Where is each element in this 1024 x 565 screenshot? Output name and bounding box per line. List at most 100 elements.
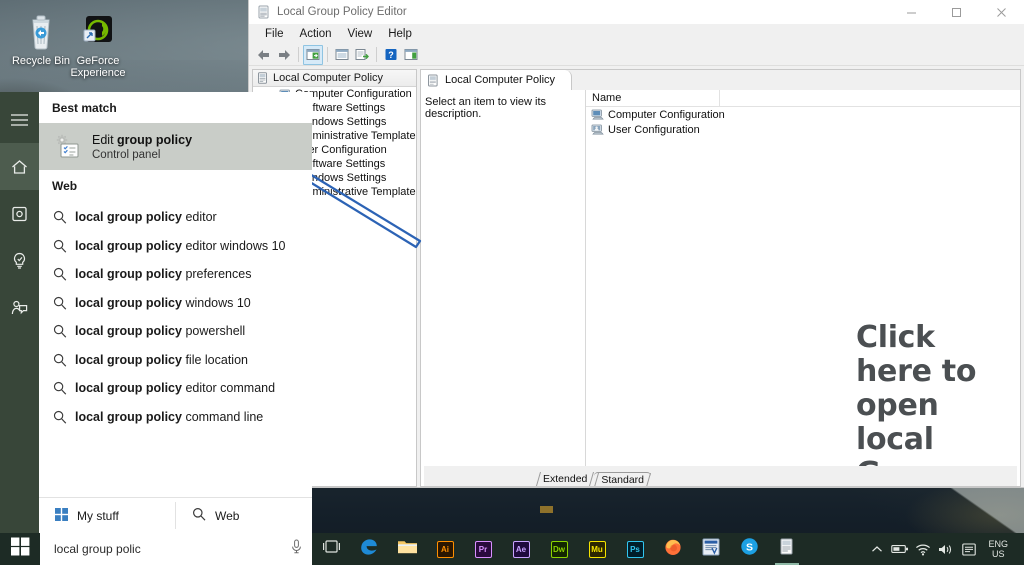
- taskbar-app-file-explorer[interactable]: [388, 533, 426, 565]
- window-titlebar[interactable]: Local Group Policy Editor: [249, 0, 1024, 24]
- home-icon[interactable]: [0, 143, 39, 190]
- taskbar-app-adobe-illustrator[interactable]: Ai: [426, 533, 464, 565]
- description-column: Select an item to view its description.: [421, 90, 586, 486]
- web-suggestion-rest: editor windows 10: [181, 238, 286, 253]
- web-suggestion-rest: powershell: [181, 324, 246, 339]
- taskbar-app-task-view[interactable]: [312, 533, 350, 565]
- best-match-result[interactable]: Edit group policy Control panel: [39, 123, 312, 170]
- window-body: Local Computer Policy ⌄Computer Configur…: [249, 66, 1024, 487]
- web-suggestion-item[interactable]: local group policy powershell: [39, 317, 312, 346]
- web-suggestion-highlight: local group policy: [75, 324, 182, 339]
- microphone-icon[interactable]: [290, 539, 303, 559]
- hamburger-menu-icon[interactable]: [0, 96, 39, 143]
- tab-extended[interactable]: Extended: [536, 472, 594, 486]
- window-controls: [889, 0, 1024, 24]
- forward-arrow-icon[interactable]: [274, 45, 294, 65]
- mmc-console-icon: [257, 5, 271, 19]
- lightbulb-tips-icon[interactable]: [0, 237, 39, 284]
- web-suggestion-item[interactable]: local group policy file location: [39, 346, 312, 375]
- web-suggestion-label: local group policy powershell: [75, 324, 245, 338]
- details-pane: Local Computer Policy Select an item to …: [420, 69, 1021, 487]
- menu-action[interactable]: Action: [292, 24, 340, 44]
- menu-file[interactable]: File: [257, 24, 292, 44]
- web-suggestion-highlight: local group policy: [75, 210, 182, 225]
- adobe-illustrator-icon: Ai: [436, 540, 454, 558]
- web-suggestion-item[interactable]: local group policy editor windows 10: [39, 232, 312, 261]
- list-item[interactable]: Computer Configuration: [586, 107, 1020, 122]
- help-icon[interactable]: ?: [381, 45, 401, 65]
- toolbar-separator: [298, 47, 299, 62]
- desktop-icon-geforce-experience[interactable]: GeForce Experience: [60, 12, 136, 79]
- chevron-up-icon[interactable]: [865, 533, 888, 565]
- column-header-name: Name: [592, 92, 622, 104]
- console-tree-header: Local Computer Policy: [253, 70, 416, 87]
- taskbar-app-skype[interactable]: S: [730, 533, 768, 565]
- file-explorer-icon: [397, 538, 418, 560]
- best-match-title-prefix: Edit: [92, 132, 118, 147]
- search-input[interactable]: local group polic: [54, 542, 290, 556]
- svg-text:?: ?: [388, 50, 394, 60]
- results-list-header[interactable]: Name: [586, 89, 1020, 107]
- windows-search-panel: Best match Edit group policy Control pan…: [0, 92, 312, 533]
- menu-view[interactable]: View: [340, 24, 381, 44]
- taskbar-search-box[interactable]: local group polic: [40, 533, 312, 565]
- taskbar-app-adobe-photoshop[interactable]: Ps: [616, 533, 654, 565]
- action-center-icon[interactable]: [957, 533, 980, 565]
- show-hide-action-pane-icon[interactable]: [401, 45, 421, 65]
- adobe-premiere-pro-icon: Pr: [474, 540, 492, 558]
- column-divider[interactable]: [719, 89, 720, 107]
- back-arrow-icon[interactable]: [254, 45, 274, 65]
- wifi-icon[interactable]: [911, 533, 934, 565]
- web-suggestion-item[interactable]: local group policy preferences: [39, 260, 312, 289]
- toolbar: ?: [249, 44, 1024, 66]
- local-group-policy-editor-window: Local Group Policy Editor File Action Vi…: [248, 0, 1024, 488]
- best-match-title-highlight: group policy: [117, 132, 193, 147]
- search-icon: [53, 353, 75, 367]
- my-stuff-icon: [55, 507, 68, 524]
- web-suggestion-rest: editor: [181, 210, 217, 225]
- cortana-notebook-icon[interactable]: [0, 190, 39, 237]
- taskbar-app-microsoft-edge[interactable]: [350, 533, 388, 565]
- search-results-panel: Best match Edit group policy Control pan…: [39, 92, 312, 533]
- tab-standard[interactable]: Standard: [594, 472, 651, 486]
- maximize-button[interactable]: [934, 0, 979, 24]
- volume-icon[interactable]: [934, 533, 957, 565]
- tab-local-computer-policy[interactable]: Local Computer Policy: [421, 70, 573, 90]
- list-item[interactable]: User Configuration: [586, 122, 1020, 137]
- geforce-experience-icon: [60, 12, 136, 52]
- taskbar-app-adobe-premiere-pro[interactable]: Pr: [464, 533, 502, 565]
- footer-tab-web[interactable]: Web: [176, 498, 312, 533]
- start-button[interactable]: [0, 533, 40, 565]
- language-indicator[interactable]: ENG US: [980, 533, 1016, 565]
- taskbar-app-adobe-after-effects[interactable]: Ae: [502, 533, 540, 565]
- mmc-console-icon: [779, 538, 796, 561]
- export-list-icon[interactable]: [352, 45, 372, 65]
- taskbar-app-group-policy-editor[interactable]: [768, 533, 806, 565]
- show-hide-tree-icon[interactable]: [303, 44, 323, 65]
- user-config-icon: [591, 123, 604, 136]
- web-suggestion-item[interactable]: local group policy editor command: [39, 374, 312, 403]
- system-tray: ENG US: [865, 533, 1024, 565]
- task-view-icon: [322, 539, 341, 559]
- taskbar-app-document-app[interactable]: [692, 533, 730, 565]
- close-button[interactable]: [979, 0, 1024, 24]
- best-match-heading: Best match: [52, 101, 117, 115]
- footer-tab-my-stuff[interactable]: My stuff: [39, 498, 175, 533]
- screen: Recycle Bin GeForce Experience Local Gro…: [0, 0, 1024, 565]
- taskbar-app-adobe-dreamweaver[interactable]: Dw: [540, 533, 578, 565]
- web-suggestion-item[interactable]: local group policy command line: [39, 403, 312, 432]
- properties-icon[interactable]: [332, 45, 352, 65]
- menu-help[interactable]: Help: [380, 24, 420, 44]
- minimize-button[interactable]: [889, 0, 934, 24]
- web-suggestion-item[interactable]: local group policy windows 10: [39, 289, 312, 318]
- footer-tab-label: Web: [215, 508, 240, 523]
- battery-icon[interactable]: [888, 533, 911, 565]
- web-suggestion-highlight: local group policy: [75, 381, 182, 396]
- web-suggestion-item[interactable]: local group policy editor: [39, 203, 312, 232]
- taskbar-app-adobe-muse[interactable]: Mu: [578, 533, 616, 565]
- language-primary: ENG: [988, 539, 1008, 549]
- web-suggestion-rest: editor command: [181, 381, 276, 396]
- feedback-icon[interactable]: [0, 284, 39, 331]
- taskbar-app-mozilla-firefox[interactable]: [654, 533, 692, 565]
- search-icon: [53, 210, 75, 224]
